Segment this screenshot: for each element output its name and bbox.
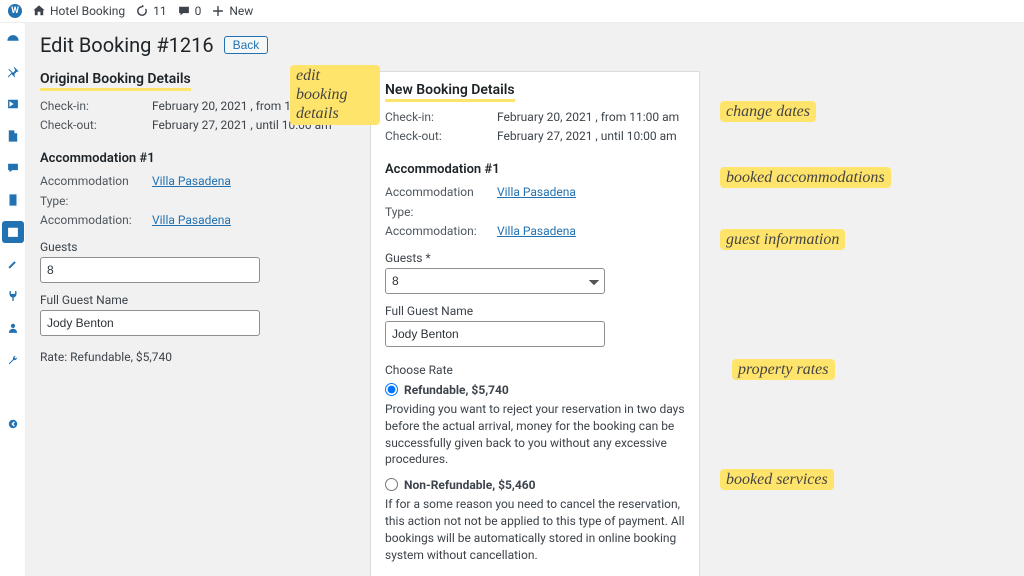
rate-refundable-label: Refundable, $5,740 xyxy=(404,383,509,397)
new-guests-label: Guests * xyxy=(385,251,685,265)
new-accom-type-label: Accommodation Type: xyxy=(385,183,497,221)
annotation-services: booked services xyxy=(720,469,834,490)
sidebar-posts[interactable] xyxy=(2,61,24,83)
pin-icon xyxy=(6,65,20,79)
plus-icon xyxy=(211,4,225,18)
annotation-rates: property rates xyxy=(732,359,835,380)
brush-icon xyxy=(6,257,20,271)
collapse-icon xyxy=(6,417,20,431)
admin-sidebar xyxy=(0,23,26,576)
wordpress-icon: W xyxy=(8,4,22,18)
main-content: Edit Booking #1216 Back Original Booking… xyxy=(26,23,1024,576)
site-name: Hotel Booking xyxy=(50,4,125,18)
original-accom-type-link[interactable]: Villa Pasadena xyxy=(152,174,231,188)
annotation-booked-accom: booked accommodations xyxy=(720,167,891,188)
user-icon xyxy=(6,321,20,335)
rate-nonref-desc: If for a some reason you need to cancel … xyxy=(385,496,685,563)
page-icon xyxy=(6,129,20,143)
calendar-icon xyxy=(6,225,20,239)
plug-icon xyxy=(6,289,20,303)
original-rate-line: Rate: Refundable, $5,740 xyxy=(40,350,350,364)
original-guests-label: Guests xyxy=(40,240,350,254)
choose-rate-label: Choose Rate xyxy=(385,363,685,377)
annotation-edit-details: edit booking details xyxy=(290,65,380,125)
original-fullname-label: Full Guest Name xyxy=(40,293,350,307)
new-accom-label: Accommodation: xyxy=(385,222,497,241)
original-guests-input xyxy=(40,257,260,283)
sliders-icon xyxy=(6,385,20,399)
original-accom-label: Accommodation: xyxy=(40,211,152,230)
new-label: New xyxy=(229,4,253,18)
sidebar-pages[interactable] xyxy=(2,125,24,147)
original-checkin-label: Check-in: xyxy=(40,97,152,116)
sidebar-appearance[interactable] xyxy=(2,253,24,275)
chat-icon xyxy=(6,161,20,175)
comments-link[interactable]: 0 xyxy=(177,4,202,18)
sidebar-users[interactable] xyxy=(2,317,24,339)
new-booking-column: New Booking Details Check-in: February 2… xyxy=(370,71,700,576)
sidebar-media[interactable] xyxy=(2,93,24,115)
rate-refundable-desc: Providing you want to reject your reserv… xyxy=(385,401,685,468)
site-link[interactable]: Hotel Booking xyxy=(32,4,125,18)
original-title: Original Booking Details xyxy=(40,71,191,91)
new-guests-select[interactable]: 8 xyxy=(385,268,605,294)
media-icon xyxy=(6,97,20,111)
refresh-icon xyxy=(135,4,149,18)
updates-count: 11 xyxy=(153,4,167,18)
updates-link[interactable]: 11 xyxy=(135,4,167,18)
annotation-guest-info: guest information xyxy=(720,229,845,250)
page-title: Edit Booking #1216 xyxy=(40,33,214,57)
building-icon xyxy=(6,193,20,207)
original-accom-title: Accommodation #1 xyxy=(40,151,350,166)
wp-logo[interactable]: W xyxy=(8,4,22,18)
rate-nonref-label: Non-Refundable, $5,460 xyxy=(404,478,536,492)
gauge-icon xyxy=(6,33,20,47)
sidebar-tools[interactable] xyxy=(2,349,24,371)
new-accom-link[interactable]: Villa Pasadena xyxy=(497,224,576,238)
sidebar-plugins[interactable] xyxy=(2,285,24,307)
original-accom-type-label: Accommodation Type: xyxy=(40,172,152,210)
sidebar-accommodation[interactable] xyxy=(2,189,24,211)
comments-count: 0 xyxy=(195,4,202,18)
new-accom-title: Accommodation #1 xyxy=(385,162,685,177)
new-checkout-label: Check-out: xyxy=(385,127,497,146)
home-icon xyxy=(32,4,46,18)
rate-refundable-radio[interactable] xyxy=(385,383,398,396)
sidebar-bookings[interactable] xyxy=(2,221,24,243)
original-fullname-input xyxy=(40,310,260,336)
admin-bar: W Hotel Booking 11 0 New xyxy=(0,0,1024,23)
sidebar-settings[interactable] xyxy=(2,381,24,403)
new-fullname-label: Full Guest Name xyxy=(385,304,685,318)
new-fullname-input[interactable] xyxy=(385,321,605,347)
sidebar-comments[interactable] xyxy=(2,157,24,179)
original-checkout-label: Check-out: xyxy=(40,116,152,135)
rate-nonref-radio[interactable] xyxy=(385,478,398,491)
new-checkin-value: February 20, 2021 , from 11:00 am xyxy=(497,108,679,127)
sidebar-collapse[interactable] xyxy=(2,413,24,435)
new-checkout-value: February 27, 2021 , until 10:00 am xyxy=(497,127,677,146)
new-title: New Booking Details xyxy=(385,82,515,102)
new-accom-type-link[interactable]: Villa Pasadena xyxy=(497,185,576,199)
sidebar-dashboard[interactable] xyxy=(2,29,24,51)
back-button[interactable]: Back xyxy=(224,36,269,54)
wrench-icon xyxy=(6,353,20,367)
new-checkin-label: Check-in: xyxy=(385,108,497,127)
original-accom-link[interactable]: Villa Pasadena xyxy=(152,213,231,227)
annotation-change-dates: change dates xyxy=(720,101,816,122)
comment-icon xyxy=(177,4,191,18)
new-link[interactable]: New xyxy=(211,4,253,18)
